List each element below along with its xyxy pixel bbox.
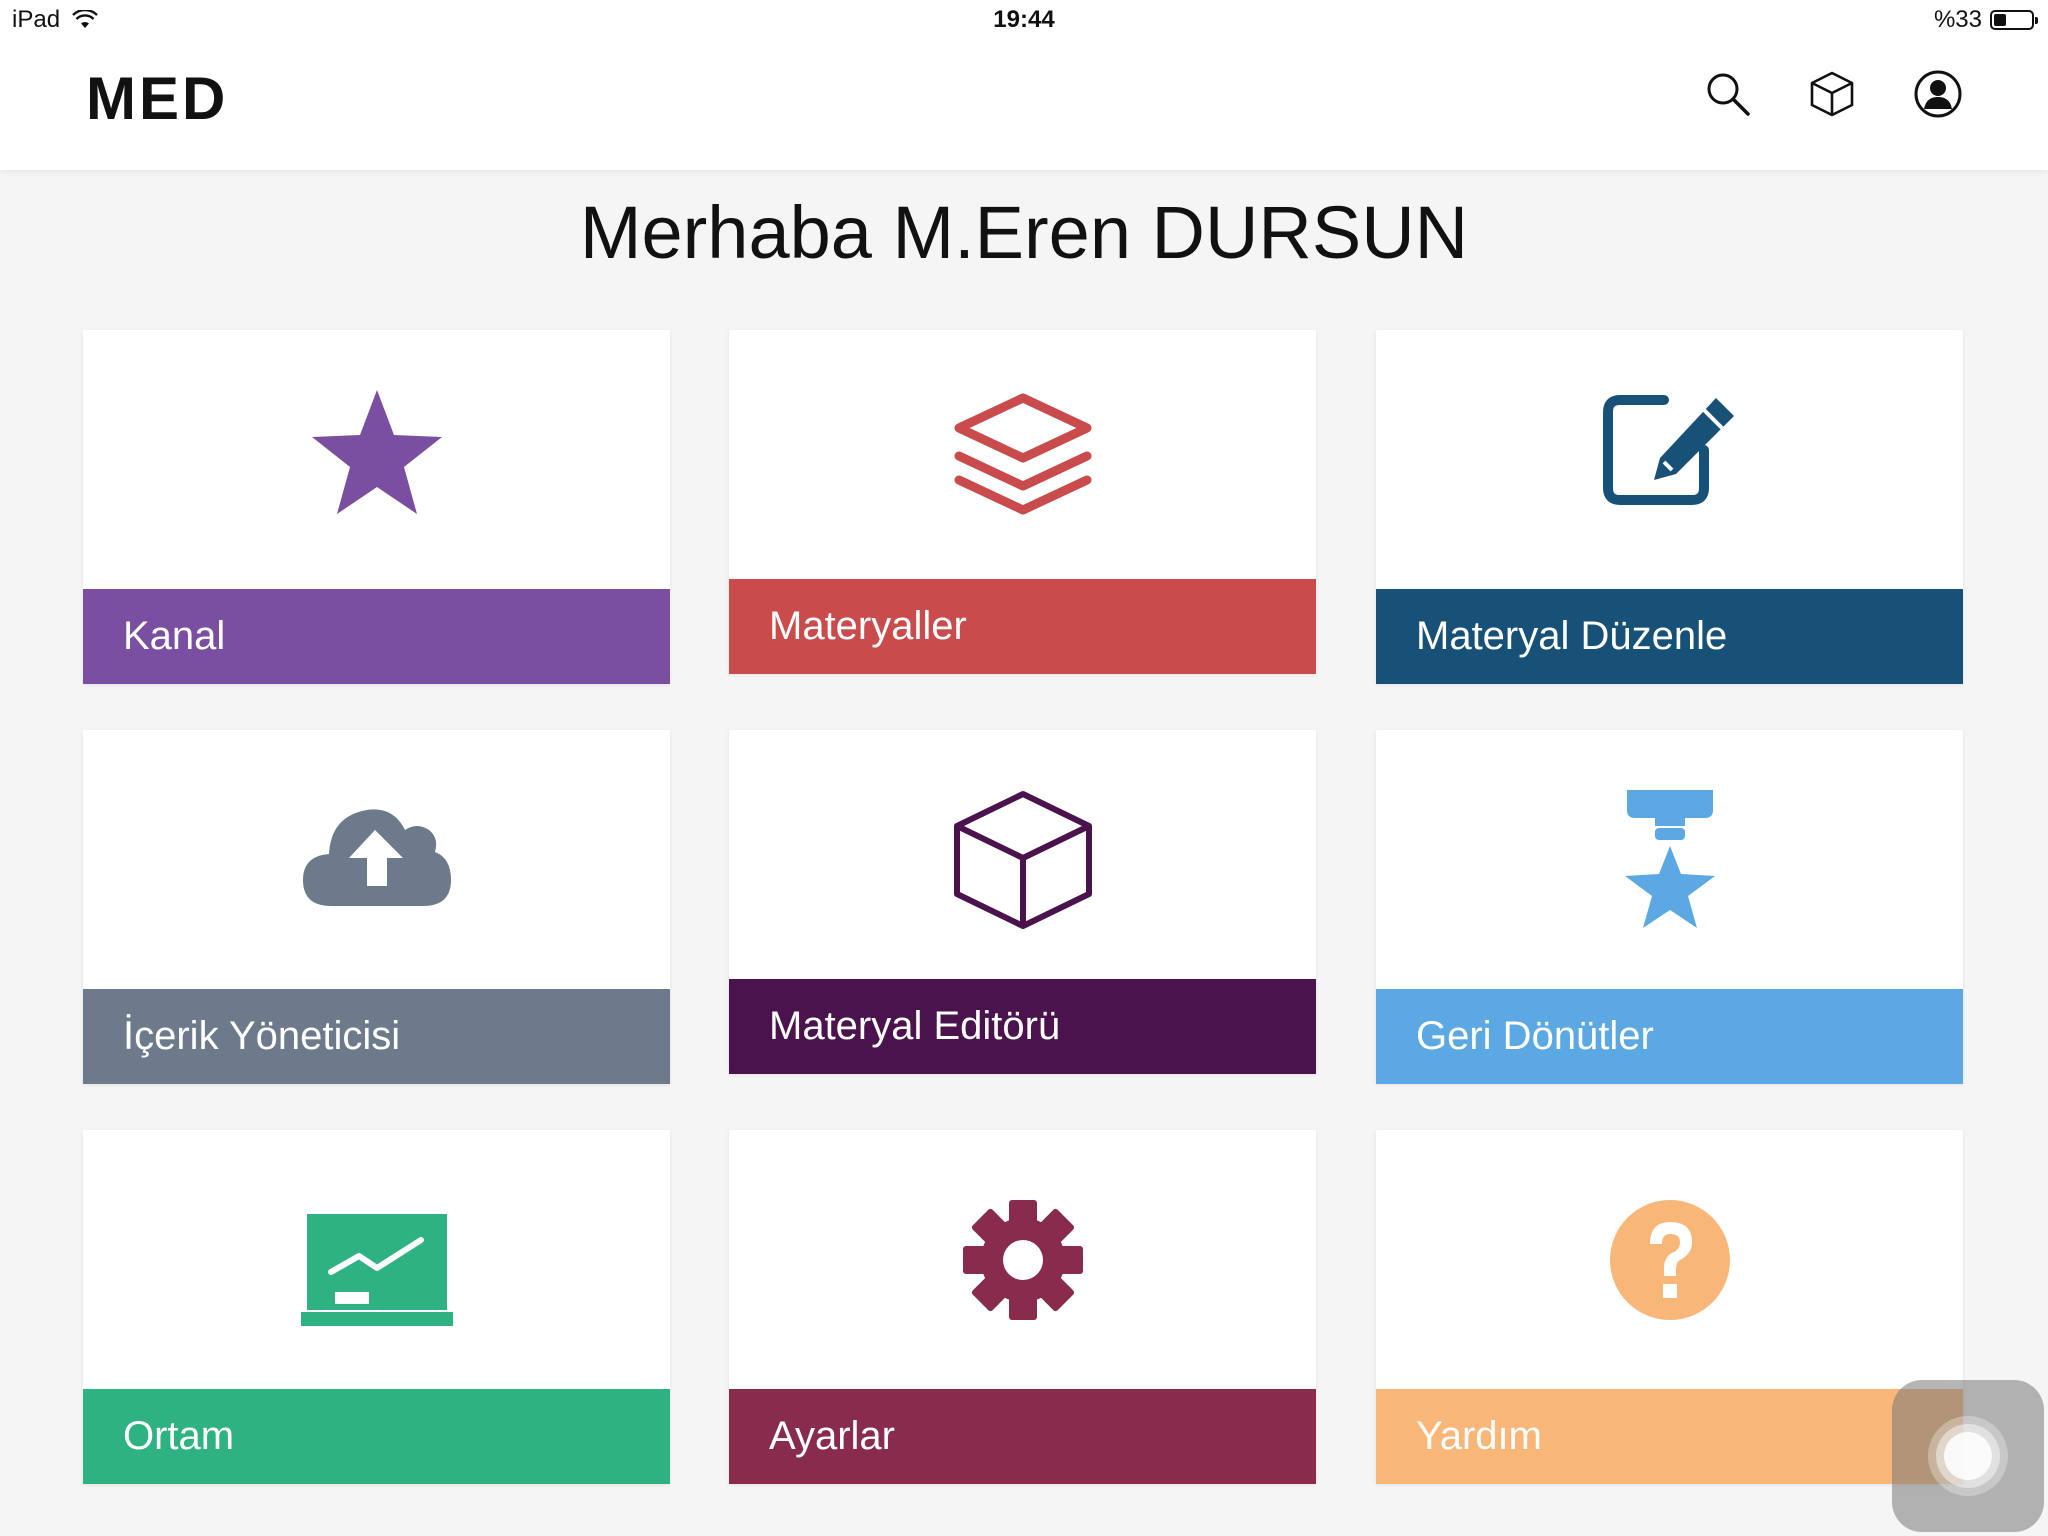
tile-label: Ortam — [123, 1414, 235, 1458]
tile-icerik-yoneticisi[interactable]: İçerik Yöneticisi — [83, 730, 670, 1084]
cube-icon — [953, 791, 1092, 929]
star-icon — [311, 390, 442, 514]
tile-geri-donutler[interactable]: Geri Dönütler — [1376, 730, 1963, 1084]
status-time: 19:44 — [993, 6, 1055, 33]
tile-label: İçerik Yöneticisi — [123, 1014, 401, 1058]
dashboard-grid: Kanal Materyaller Materyal Düzenle İçeri… — [83, 330, 1963, 1486]
question-icon — [1609, 1200, 1730, 1320]
battery-percent: %33 — [1933, 6, 1982, 33]
tile-label-bar: Materyal Düzenle — [1376, 589, 1963, 684]
tile-label-bar: Geri Dönütler — [1376, 989, 1963, 1084]
tile-materyal-duzenle[interactable]: Materyal Düzenle — [1376, 330, 1963, 684]
tile-ortam[interactable]: Ortam — [83, 1130, 670, 1484]
tile-label: Materyaller — [769, 604, 967, 648]
tile-label: Materyal Düzenle — [1416, 614, 1728, 658]
app-header: MED — [0, 40, 2048, 170]
gear-icon — [962, 1200, 1083, 1320]
tile-label-bar: Materyal Editörü — [729, 979, 1316, 1074]
welcome-greeting: Merhaba M.Eren DURSUN — [579, 191, 1469, 274]
tile-materyal-editoru[interactable]: Materyal Editörü — [729, 730, 1316, 1074]
tile-label-bar: Ortam — [83, 1389, 670, 1484]
status-bar: iPad 19:44 %33 — [0, 0, 2048, 40]
tile-kanal[interactable]: Kanal — [83, 330, 670, 684]
cloud-upload-icon — [302, 809, 451, 906]
status-right: %33 — [1933, 6, 2038, 34]
tile-label-bar: Yardım — [1376, 1389, 1963, 1484]
presentation-chart-icon — [300, 1214, 453, 1326]
materials-box-button[interactable] — [1806, 68, 1858, 120]
tile-yardim[interactable]: Yardım — [1376, 1130, 1963, 1484]
battery-level — [1994, 14, 2006, 26]
tile-materyaller[interactable]: Materyaller — [729, 330, 1316, 674]
tile-label-bar: Ayarlar — [729, 1389, 1316, 1484]
medal-icon — [1624, 790, 1715, 928]
battery-icon — [1990, 10, 2038, 30]
tile-label: Kanal — [123, 614, 226, 658]
search-button[interactable] — [1702, 68, 1754, 120]
search-icon — [1707, 73, 1750, 116]
assistive-touch-button[interactable] — [1892, 1380, 2044, 1532]
cube-icon — [1810, 71, 1854, 117]
tile-label: Geri Dönütler — [1416, 1014, 1654, 1058]
tile-label-bar: İçerik Yöneticisi — [83, 989, 670, 1084]
tile-label: Materyal Editörü — [769, 1004, 1061, 1048]
tile-label-bar: Materyaller — [729, 579, 1316, 674]
tile-label: Ayarlar — [769, 1414, 895, 1458]
profile-button[interactable] — [1912, 68, 1964, 120]
tile-label: Yardım — [1416, 1414, 1542, 1458]
edit-icon — [1602, 395, 1734, 505]
tile-label-bar: Kanal — [83, 589, 670, 684]
tile-ayarlar[interactable]: Ayarlar — [729, 1130, 1316, 1484]
user-icon — [1914, 70, 1962, 118]
layers-icon — [954, 393, 1091, 515]
app-logo[interactable]: MED — [86, 64, 228, 133]
